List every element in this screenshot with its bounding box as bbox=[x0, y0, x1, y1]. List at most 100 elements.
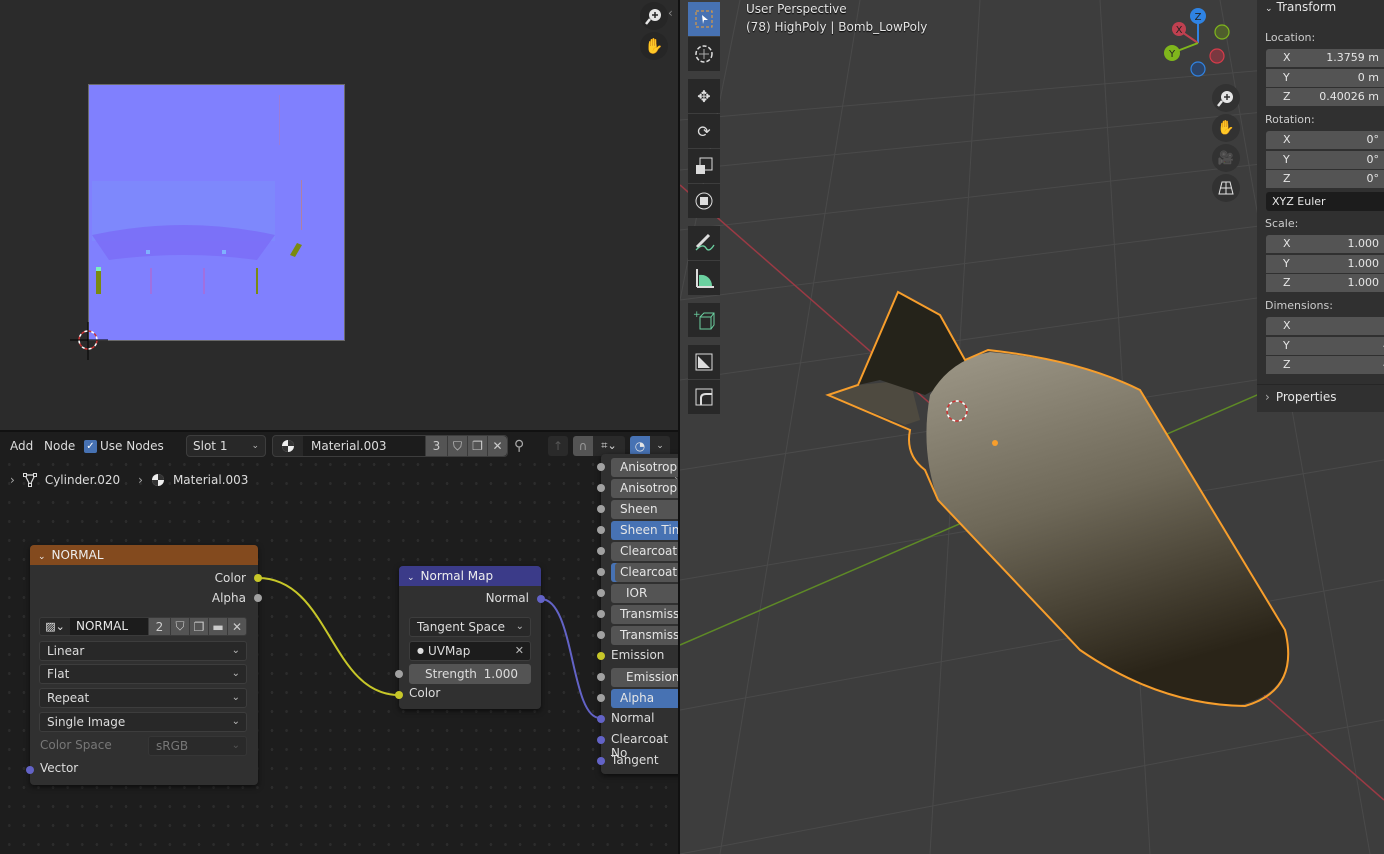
move-tool[interactable]: ✥ bbox=[688, 79, 720, 113]
annotate-tool[interactable] bbox=[688, 226, 720, 260]
properties-panel-header[interactable]: › Properties bbox=[1257, 384, 1384, 412]
select-box-tool[interactable] bbox=[688, 2, 720, 36]
zoom-view-icon[interactable] bbox=[1212, 84, 1240, 112]
input-strength-socket[interactable] bbox=[395, 670, 403, 678]
measure-tool[interactable] bbox=[688, 261, 720, 295]
bsdf-input-field[interactable]: Sheen Tint bbox=[611, 521, 678, 540]
bsdf-input-field[interactable]: Anisotropic bbox=[611, 458, 678, 477]
shader-node-editor[interactable]: Add Node ✓ Use Nodes Slot 1 ⌄ Material.0… bbox=[0, 432, 678, 854]
bsdf-input-socket[interactable] bbox=[597, 589, 605, 597]
scale-x-field[interactable]: X 1.000 bbox=[1266, 235, 1384, 253]
dimensions-label: Dimensions: bbox=[1265, 299, 1333, 312]
open-folder-icon[interactable]: ▬ bbox=[208, 618, 227, 635]
dimensions-y-field[interactable]: Y4 bbox=[1266, 336, 1384, 355]
dimensions-z-field[interactable]: Z4 bbox=[1266, 356, 1384, 374]
image-users-count[interactable]: 2 bbox=[148, 618, 170, 635]
image-editor[interactable]: ‹ ✋ bbox=[0, 0, 678, 430]
bsdf-input-socket[interactable] bbox=[597, 757, 605, 765]
chevron-down-icon: ⌄ bbox=[231, 740, 240, 751]
location-z-field[interactable]: Z 0.40026 m bbox=[1266, 88, 1384, 106]
normal-map-node-header[interactable]: ⌄ Normal Map bbox=[399, 566, 541, 586]
zoom-in-icon[interactable] bbox=[640, 2, 668, 30]
bsdf-input-socket[interactable] bbox=[597, 463, 605, 471]
bsdf-input-socket[interactable] bbox=[597, 526, 605, 534]
uv-map-field[interactable]: ● UVMap ✕ bbox=[409, 641, 531, 661]
bsdf-input-socket[interactable] bbox=[597, 715, 605, 723]
rotate-tool[interactable]: ⟳ bbox=[688, 114, 720, 148]
normal-map-node[interactable]: ⌄ Normal Map Normal Tangent Space ⌄ ● UVMap… bbox=[395, 566, 545, 709]
projection-value: Flat bbox=[47, 667, 70, 681]
pan-view-hand-icon[interactable]: ✋ bbox=[1212, 114, 1240, 142]
bsdf-input-socket[interactable] bbox=[597, 484, 605, 492]
bsdf-input-socket[interactable] bbox=[597, 505, 605, 513]
bsdf-input-field[interactable]: Clearcoat bbox=[611, 542, 678, 561]
transform-panel-header[interactable]: ⌄ Transform bbox=[1265, 0, 1336, 14]
bsdf-input-field[interactable]: Transmissio bbox=[611, 626, 678, 645]
bsdf-input-field[interactable]: Emission S bbox=[611, 668, 678, 687]
output-normal-socket[interactable] bbox=[537, 595, 545, 603]
bsdf-input-socket[interactable] bbox=[597, 673, 605, 681]
collapse-chevron-icon[interactable]: ⌄ bbox=[38, 552, 46, 562]
normal-map-node-title: Normal Map bbox=[420, 569, 494, 583]
strength-slider[interactable]: Strength 1.000 bbox=[409, 664, 531, 684]
image-node-header[interactable]: ⌄ NORMAL bbox=[30, 545, 258, 565]
scale-tool[interactable] bbox=[688, 149, 720, 183]
normal-space-dropdown[interactable]: Tangent Space ⌄ bbox=[409, 617, 531, 637]
bsdf-input-field[interactable]: Anisotropic bbox=[611, 479, 678, 498]
hand-icon[interactable]: ✋ bbox=[640, 32, 668, 60]
unlink-image-icon[interactable]: ✕ bbox=[227, 618, 246, 635]
extension-dropdown[interactable]: Repeat ⌄ bbox=[39, 688, 247, 708]
output-alpha-socket[interactable] bbox=[254, 594, 262, 602]
bsdf-input-field[interactable]: Transmissio bbox=[611, 605, 678, 624]
bsdf-input-socket[interactable] bbox=[597, 610, 605, 618]
rotation-y-field[interactable]: Y 0° bbox=[1266, 150, 1384, 169]
bsdf-input-socket[interactable] bbox=[597, 568, 605, 576]
rotation-x-field[interactable]: X 0° bbox=[1266, 131, 1384, 149]
bevel-tool[interactable] bbox=[688, 380, 720, 414]
transform-tool[interactable] bbox=[688, 184, 720, 218]
inset-tool[interactable] bbox=[688, 345, 720, 379]
bsdf-input-field[interactable]: Alpha bbox=[611, 689, 678, 708]
bsdf-input-field[interactable]: IOR bbox=[611, 584, 678, 603]
bsdf-input-socket[interactable] bbox=[597, 547, 605, 555]
image-texture-node[interactable]: ⌄ NORMAL Color Alpha ▨⌄ NORMAL 2 ⛉ ❐ ▬ ✕ … bbox=[26, 545, 262, 785]
bsdf-input-socket[interactable] bbox=[597, 631, 605, 639]
image-browse-icon[interactable]: ▨⌄ bbox=[40, 618, 70, 635]
axis-label: X bbox=[1283, 133, 1291, 146]
location-x-field[interactable]: X 1.3759 m bbox=[1266, 49, 1384, 67]
bsdf-input-socket[interactable] bbox=[597, 736, 605, 744]
fake-user-shield-icon[interactable]: ⛉ bbox=[170, 618, 189, 635]
rotation-z-field[interactable]: Z 0° bbox=[1266, 170, 1384, 188]
interpolation-dropdown[interactable]: Linear ⌄ bbox=[39, 641, 247, 661]
navigation-gizmo[interactable]: X Y Z bbox=[1150, 0, 1240, 80]
input-vector-label: Vector bbox=[40, 761, 79, 775]
source-dropdown[interactable]: Single Image ⌄ bbox=[39, 712, 247, 732]
2d-cursor-icon bbox=[70, 322, 108, 360]
bsdf-input-socket[interactable] bbox=[597, 652, 605, 660]
clear-icon[interactable]: ✕ bbox=[515, 642, 524, 660]
scale-y-field[interactable]: Y 1.000 bbox=[1266, 254, 1384, 273]
object-info: (78) HighPoly | Bomb_LowPoly bbox=[746, 20, 928, 34]
input-color-socket[interactable] bbox=[395, 691, 403, 699]
field-value: 1.000 bbox=[1347, 237, 1380, 250]
cursor-tool[interactable] bbox=[688, 37, 720, 71]
image-name-field[interactable]: NORMAL bbox=[70, 618, 148, 635]
bsdf-input-field[interactable]: Clearcoat R bbox=[611, 563, 678, 582]
perspective-grid-icon[interactable] bbox=[1212, 174, 1240, 202]
object-origin bbox=[992, 440, 998, 446]
color-space-label: Color Space bbox=[40, 738, 112, 752]
chevron-left-icon[interactable]: ‹ bbox=[668, 6, 673, 20]
collapse-chevron-icon[interactable]: ⌄ bbox=[407, 573, 415, 583]
dimensions-x-field[interactable]: X1 bbox=[1266, 317, 1384, 335]
projection-dropdown[interactable]: Flat ⌄ bbox=[39, 664, 247, 684]
rotation-mode-dropdown[interactable]: XYZ Euler bbox=[1266, 192, 1384, 211]
scale-z-field[interactable]: Z 1.000 bbox=[1266, 274, 1384, 292]
output-color-socket[interactable] bbox=[254, 574, 262, 582]
bsdf-input-field[interactable]: Sheen bbox=[611, 500, 678, 519]
bsdf-input-socket[interactable] bbox=[597, 694, 605, 702]
input-vector-socket[interactable] bbox=[26, 766, 34, 774]
camera-view-icon[interactable]: 🎥 bbox=[1212, 144, 1240, 172]
location-y-field[interactable]: Y 0 m bbox=[1266, 68, 1384, 87]
add-cube-tool[interactable]: + bbox=[688, 303, 720, 337]
duplicate-image-icon[interactable]: ❐ bbox=[189, 618, 208, 635]
